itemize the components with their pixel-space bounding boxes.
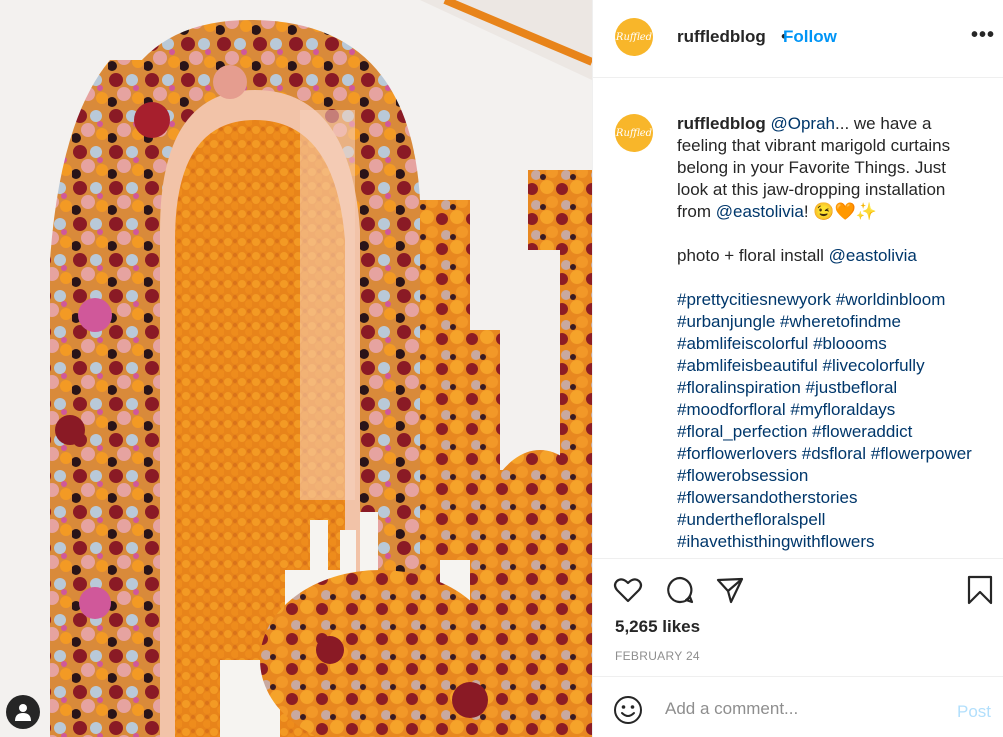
hashtag-link[interactable]: #flowerpower xyxy=(871,444,972,463)
hashtag-link[interactable]: #forflowerlovers xyxy=(677,444,797,463)
follow-button[interactable]: Follow xyxy=(783,27,837,47)
hashtag-link[interactable]: #worldinbloom xyxy=(836,290,946,309)
emoji-icon[interactable] xyxy=(613,695,643,725)
credit-mention[interactable]: @eastolivia xyxy=(829,246,917,265)
comments-section[interactable]: Ruffled ruffledblog @Oprah... we have a … xyxy=(593,78,1003,558)
hashtag-link[interactable]: #livecolorfully xyxy=(823,356,925,375)
caption-avatar-text: Ruffled xyxy=(615,127,653,139)
post-photo[interactable] xyxy=(0,0,592,737)
likes-count[interactable]: 5,265 likes xyxy=(615,617,700,637)
hashtag-link[interactable]: #ihavethisthingwithflowers xyxy=(677,532,875,551)
user-tag-icon xyxy=(15,704,31,721)
username-link[interactable]: ruffledblog xyxy=(677,27,766,47)
hashtag-link[interactable]: #urbanjungle xyxy=(677,312,775,331)
hashtag-link[interactable]: #floral_perfection xyxy=(677,422,807,441)
hashtag-link[interactable]: #myfloraldays xyxy=(790,400,895,419)
bookmark-icon[interactable] xyxy=(965,575,995,605)
comment-icon[interactable] xyxy=(665,575,695,605)
hashtag-list: #prettycitiesnewyork #worldinbloom #urba… xyxy=(677,289,977,553)
hashtag-link[interactable]: #wheretofindme xyxy=(780,312,901,331)
hashtag-link[interactable]: #justbefloral xyxy=(806,378,898,397)
hashtag-link[interactable]: #abmlifeisbeautiful xyxy=(677,356,818,375)
avatar-text: Ruffled xyxy=(615,31,653,43)
hashtag-link[interactable]: #floweraddict xyxy=(812,422,912,441)
hashtag-link[interactable]: #dsfloral xyxy=(802,444,866,463)
floral-arch-image xyxy=(0,0,592,737)
heart-icon[interactable] xyxy=(613,575,643,605)
credit-text: photo + floral install xyxy=(677,246,829,265)
post-actions: 5,265 likes FEBRUARY 24 xyxy=(593,558,1003,676)
hashtag-link[interactable]: #abmlifeiscolorful xyxy=(677,334,808,353)
more-options-icon[interactable]: ••• xyxy=(971,24,995,47)
caption-emojis: ! 😉🧡✨ xyxy=(803,202,877,221)
post-header: Ruffled ruffledblog • Follow ••• xyxy=(593,0,1003,78)
hashtag-link[interactable]: #floralinspiration xyxy=(677,378,801,397)
post-side-panel: Ruffled ruffledblog • Follow ••• Ruffled… xyxy=(592,0,1003,737)
caption-mention-oprah[interactable]: @Oprah xyxy=(771,114,836,133)
hashtag-link[interactable]: #moodforfloral xyxy=(677,400,786,419)
hashtag-link[interactable]: #underthefloralspell xyxy=(677,510,825,529)
caption-avatar[interactable]: Ruffled xyxy=(615,114,653,152)
share-icon[interactable] xyxy=(715,575,745,605)
caption-username[interactable]: ruffledblog xyxy=(677,114,766,133)
comment-input[interactable] xyxy=(663,695,937,723)
add-comment-bar: Post xyxy=(593,676,1003,737)
avatar[interactable]: Ruffled xyxy=(615,18,653,56)
post-caption: ruffledblog @Oprah... we have a feeling … xyxy=(677,113,977,553)
post-date[interactable]: FEBRUARY 24 xyxy=(615,649,700,663)
hashtag-link[interactable]: #prettycitiesnewyork xyxy=(677,290,831,309)
caption-mention-eastolivia[interactable]: @eastolivia xyxy=(716,202,804,221)
hashtag-link[interactable]: #flowerobsession xyxy=(677,466,808,485)
post-comment-button[interactable]: Post xyxy=(957,702,991,722)
user-tag-button[interactable] xyxy=(6,695,40,729)
hashtag-link[interactable]: #flowersandotherstories xyxy=(677,488,857,507)
hashtag-link[interactable]: #bloooms xyxy=(813,334,887,353)
